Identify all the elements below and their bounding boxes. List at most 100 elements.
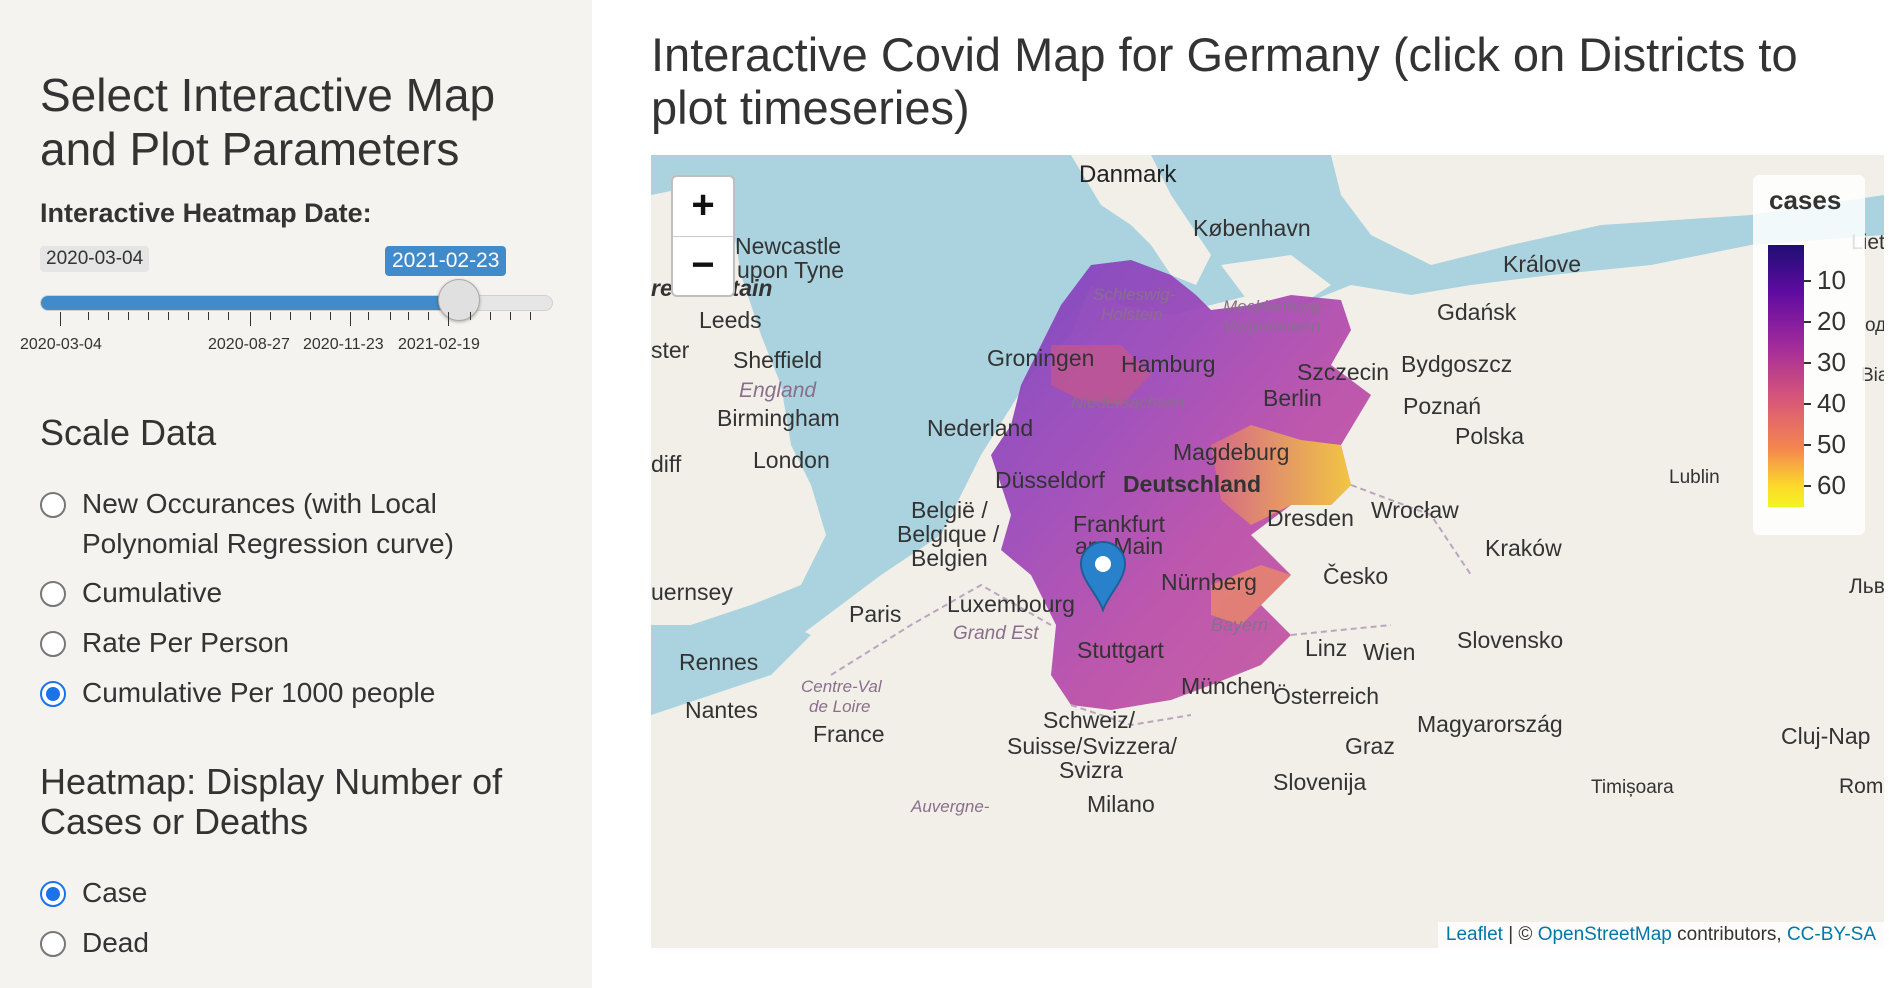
slider-min-badge: 2020-03-04 bbox=[40, 246, 150, 272]
radio-rate-per-person[interactable]: Rate Per Person bbox=[40, 623, 289, 663]
radio-cumulative-per-1000[interactable]: Cumulative Per 1000 people bbox=[40, 673, 435, 713]
slider-tick bbox=[88, 312, 89, 320]
slider-tick bbox=[270, 312, 271, 320]
slider-tick bbox=[368, 312, 369, 320]
map-label: Newcastle bbox=[735, 233, 842, 259]
map-label: Bayern bbox=[1211, 615, 1269, 635]
map-label: Magdeburg bbox=[1173, 439, 1290, 465]
radio-button[interactable] bbox=[40, 631, 66, 657]
slider-tick bbox=[108, 312, 109, 320]
date-slider-label: Interactive Heatmap Date: bbox=[40, 198, 372, 228]
slider-tick bbox=[530, 312, 531, 320]
slider-tick bbox=[350, 312, 351, 326]
legend-tick bbox=[1804, 280, 1811, 282]
slider-tick bbox=[470, 312, 471, 320]
slider-tick bbox=[408, 312, 409, 320]
map-label: Hamburg bbox=[1121, 351, 1216, 377]
map-label: Kraków bbox=[1485, 535, 1562, 561]
osm-link[interactable]: OpenStreetMap bbox=[1538, 924, 1672, 945]
map-label: Schweiz/ bbox=[1043, 707, 1136, 733]
slider-tick-label: 2020-11-23 bbox=[303, 336, 384, 353]
radio-case[interactable]: Case bbox=[40, 873, 147, 913]
legend-tick bbox=[1804, 403, 1811, 405]
slider-tick bbox=[448, 312, 449, 326]
leaflet-link[interactable]: Leaflet bbox=[1446, 924, 1503, 945]
map-label: Schleswig- bbox=[1093, 285, 1176, 304]
slider-tick bbox=[168, 312, 169, 320]
zoom-in-button[interactable]: + bbox=[673, 177, 733, 237]
slider-tick bbox=[208, 312, 209, 320]
slider-tick bbox=[330, 312, 331, 320]
legend-value: 60 bbox=[1817, 470, 1846, 500]
slider-tick-label: 2021-02-19 bbox=[398, 336, 480, 353]
license-link[interactable]: CC-BY-SA bbox=[1787, 924, 1876, 945]
radio-button-checked[interactable] bbox=[40, 681, 66, 707]
radio-label: Case bbox=[82, 877, 148, 908]
radio-dead[interactable]: Dead bbox=[40, 923, 149, 963]
slider-current-badge: 2021-02-23 bbox=[385, 246, 507, 276]
map-label: Wien bbox=[1363, 639, 1416, 665]
map-label: England bbox=[739, 379, 817, 402]
map-label: Szczecin bbox=[1297, 359, 1390, 385]
zoom-out-button[interactable]: − bbox=[673, 237, 733, 296]
slider-tick bbox=[428, 312, 429, 320]
slider-tick bbox=[390, 312, 391, 320]
map-label: Leeds bbox=[699, 307, 762, 333]
map-label: Nantes bbox=[685, 697, 758, 723]
map-label: Düsseldorf bbox=[995, 467, 1105, 493]
map-label: Danmark bbox=[1079, 161, 1177, 188]
map-marker-icon[interactable] bbox=[1078, 540, 1128, 612]
map-label: Mecklenburg- bbox=[1223, 297, 1326, 316]
slider-tick bbox=[250, 312, 251, 326]
map-label: Niedersachsen bbox=[1071, 393, 1185, 412]
heatmap-display-title: Heatmap: Display Number of Cases or Deat… bbox=[40, 761, 503, 842]
page-title: Interactive Covid Map for Germany (click… bbox=[651, 28, 1798, 134]
map-label: ster bbox=[651, 337, 690, 363]
attribution-text: contributors, bbox=[1671, 924, 1787, 945]
legend-value: 50 bbox=[1817, 429, 1846, 459]
map-label: Polska bbox=[1455, 423, 1525, 449]
radio-label: Rate Per Person bbox=[82, 627, 289, 658]
map-attribution: Leaflet | © OpenStreetMap contributors, … bbox=[1437, 922, 1884, 948]
scale-data-title: Scale Data bbox=[40, 412, 217, 453]
map-label: Linz bbox=[1305, 635, 1348, 661]
map-label: Belgique / bbox=[897, 521, 1000, 547]
slider-tick-label: 2020-03-04 bbox=[20, 336, 102, 353]
map-label: Luxembourg bbox=[947, 591, 1075, 617]
slider-tick bbox=[310, 312, 311, 320]
sidebar-panel: Select Interactive Map and Plot Paramete… bbox=[0, 0, 592, 988]
map-label: Svizra bbox=[1059, 757, 1123, 783]
radio-cumulative[interactable]: Cumulative bbox=[40, 573, 222, 613]
radio-button[interactable] bbox=[40, 931, 66, 957]
map-legend: cases 10 20 30 40 50 60 bbox=[1753, 175, 1865, 535]
slider-tick bbox=[490, 312, 491, 320]
radio-label: Cumulative bbox=[82, 577, 223, 608]
radio-new-occurances[interactable]: New Occurances (with Local Polynomial Re… bbox=[40, 484, 500, 564]
map-label: de Loire bbox=[809, 697, 871, 716]
map-label: Poznań bbox=[1403, 393, 1482, 419]
map-label: København bbox=[1193, 215, 1311, 241]
legend-value: 40 bbox=[1817, 388, 1846, 418]
radio-button-checked[interactable] bbox=[40, 881, 66, 907]
map-label: Groningen bbox=[987, 345, 1095, 371]
covid-map[interactable]: Danmark København Newcastle upon Tyne re… bbox=[651, 155, 1884, 948]
map-label: France bbox=[813, 721, 885, 747]
map-label: од bbox=[1865, 315, 1884, 336]
legend-tick bbox=[1804, 362, 1811, 364]
radio-button[interactable] bbox=[40, 581, 66, 607]
map-label: Grand Est bbox=[953, 623, 1039, 644]
map-label: Bydgoszcz bbox=[1401, 351, 1513, 377]
radio-button[interactable] bbox=[40, 492, 66, 518]
date-slider-fill bbox=[41, 296, 461, 310]
slider-tick bbox=[60, 312, 61, 326]
map-label: Deutschland bbox=[1123, 471, 1262, 497]
map-label: Österreich bbox=[1273, 683, 1380, 709]
legend-value: 10 bbox=[1817, 265, 1846, 295]
radio-label: New Occurances (with Local Polynomial Re… bbox=[82, 488, 454, 559]
radio-label: Dead bbox=[82, 927, 149, 958]
date-slider-handle[interactable] bbox=[438, 279, 481, 321]
map-label: Timișoara bbox=[1591, 777, 1674, 798]
map-label: Suisse/Svizzera/ bbox=[1007, 733, 1178, 759]
map-label: Milano bbox=[1087, 791, 1155, 817]
slider-tick bbox=[228, 312, 229, 320]
